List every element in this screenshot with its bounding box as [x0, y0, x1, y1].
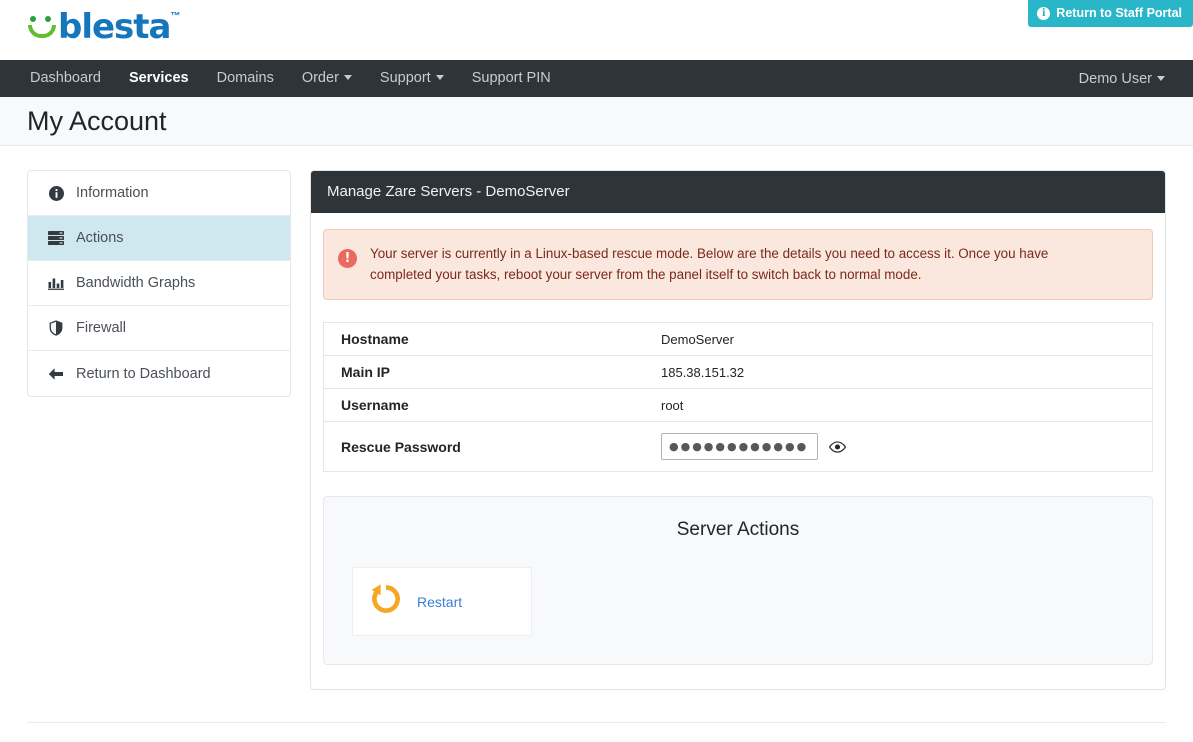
logo-eye-left: [30, 16, 36, 22]
sidebar-label-information: Information: [76, 185, 149, 201]
sidebar-item-information[interactable]: Information: [28, 171, 290, 216]
nav-item-dashboard[interactable]: Dashboard: [22, 60, 115, 97]
server-icon: [48, 230, 64, 246]
chevron-down-icon: [435, 75, 444, 80]
detail-key-main-ip: Main IP: [341, 364, 391, 380]
nav-label-dashboard: Dashboard: [30, 70, 101, 86]
blesta-smiley-icon: [26, 11, 60, 45]
sidebar-label-bandwidth-graphs: Bandwidth Graphs: [76, 275, 196, 291]
nav-item-services[interactable]: Services: [115, 60, 203, 97]
logo-wordmark: blesta: [58, 7, 171, 47]
logo-trademark: ™: [170, 11, 181, 22]
footer: Powered by Blesta, © Phillips Data, Inc.: [27, 722, 1166, 742]
rescue-mode-alert-text: Your server is currently in a Linux-base…: [370, 246, 1049, 282]
top-bar: blesta ™ i Return to Staff Portal: [0, 0, 1193, 60]
sidebar: Information Actions Bandwidth Graphs Fir…: [27, 170, 291, 397]
page-title: My Account: [27, 105, 167, 136]
exclamation-circle-icon: !: [338, 249, 357, 268]
nav-items: Dashboard Services Domains Order Support…: [22, 60, 565, 97]
detail-value-username: root: [661, 397, 684, 413]
nav-label-services: Services: [128, 70, 189, 86]
chevron-down-icon: [343, 75, 352, 80]
detail-value-rescue-password: [661, 425, 846, 468]
table-row: Hostname DemoServer: [324, 323, 1152, 356]
user-menu[interactable]: Demo User: [1079, 71, 1171, 87]
table-row: Username root: [324, 389, 1152, 422]
info-circle-icon: [48, 185, 64, 201]
nav-label-domains: Domains: [216, 70, 274, 86]
arrow-left-icon: [48, 366, 64, 382]
rescue-mode-alert: ! Your server is currently in a Linux-ba…: [323, 229, 1153, 300]
content-area: Information Actions Bandwidth Graphs Fir…: [0, 146, 1193, 690]
sidebar-item-bandwidth-graphs[interactable]: Bandwidth Graphs: [28, 261, 290, 306]
manage-server-panel: Manage Zare Servers - DemoServer ! Your …: [310, 170, 1166, 690]
nav-item-domains[interactable]: Domains: [203, 60, 288, 97]
logo-eye-right: [45, 16, 51, 22]
detail-key-username: Username: [341, 397, 409, 413]
main-navigation: Dashboard Services Domains Order Support…: [0, 60, 1193, 97]
shield-icon: [48, 320, 64, 336]
sidebar-item-return-to-dashboard[interactable]: Return to Dashboard: [28, 351, 290, 396]
restart-label: Restart: [417, 593, 463, 610]
sidebar-item-firewall[interactable]: Firewall: [28, 306, 290, 351]
eye-icon[interactable]: [829, 440, 846, 453]
detail-value-main-ip: 185.38.151.32: [661, 364, 745, 380]
chevron-down-icon: [1157, 75, 1165, 81]
server-details-table: Hostname DemoServer Main IP 185.38.151.3…: [323, 322, 1153, 472]
nav-label-support-pin: Support PIN: [471, 70, 551, 86]
panel-body: ! Your server is currently in a Linux-ba…: [311, 213, 1165, 689]
table-row: Main IP 185.38.151.32: [324, 356, 1152, 389]
return-to-staff-portal-label: Return to Staff Portal: [1056, 6, 1182, 20]
server-actions-title: Server Actions: [676, 519, 800, 540]
nav-label-support: Support: [379, 70, 431, 86]
sidebar-label-return-to-dashboard: Return to Dashboard: [76, 365, 211, 382]
sidebar-label-firewall: Firewall: [76, 320, 126, 336]
blesta-logo[interactable]: blesta ™: [26, 9, 181, 45]
nav-label-order: Order: [301, 70, 339, 86]
server-actions-section: Server Actions Restart: [323, 496, 1153, 665]
sidebar-item-actions[interactable]: Actions: [28, 216, 290, 261]
detail-key-hostname: Hostname: [341, 331, 409, 347]
return-to-staff-portal-button[interactable]: i Return to Staff Portal: [1028, 0, 1193, 27]
nav-item-order[interactable]: Order: [288, 60, 366, 97]
detail-key-rescue-password: Rescue Password: [341, 438, 461, 455]
sidebar-label-actions: Actions: [76, 230, 124, 246]
info-icon: i: [1037, 6, 1051, 20]
nav-item-support-pin[interactable]: Support PIN: [458, 60, 565, 97]
bar-chart-icon: [48, 275, 64, 291]
restart-arrow-icon: [369, 582, 403, 621]
nav-item-support[interactable]: Support: [366, 60, 458, 97]
user-menu-label: Demo User: [1078, 70, 1152, 87]
logo-smile: [28, 25, 56, 38]
panel-title: Manage Zare Servers - DemoServer: [311, 171, 1165, 213]
rescue-password-input[interactable]: [661, 433, 818, 460]
page-header: My Account: [0, 97, 1193, 146]
table-row: Rescue Password: [324, 422, 1152, 472]
restart-button[interactable]: Restart: [352, 567, 532, 636]
detail-value-hostname: DemoServer: [661, 331, 734, 347]
